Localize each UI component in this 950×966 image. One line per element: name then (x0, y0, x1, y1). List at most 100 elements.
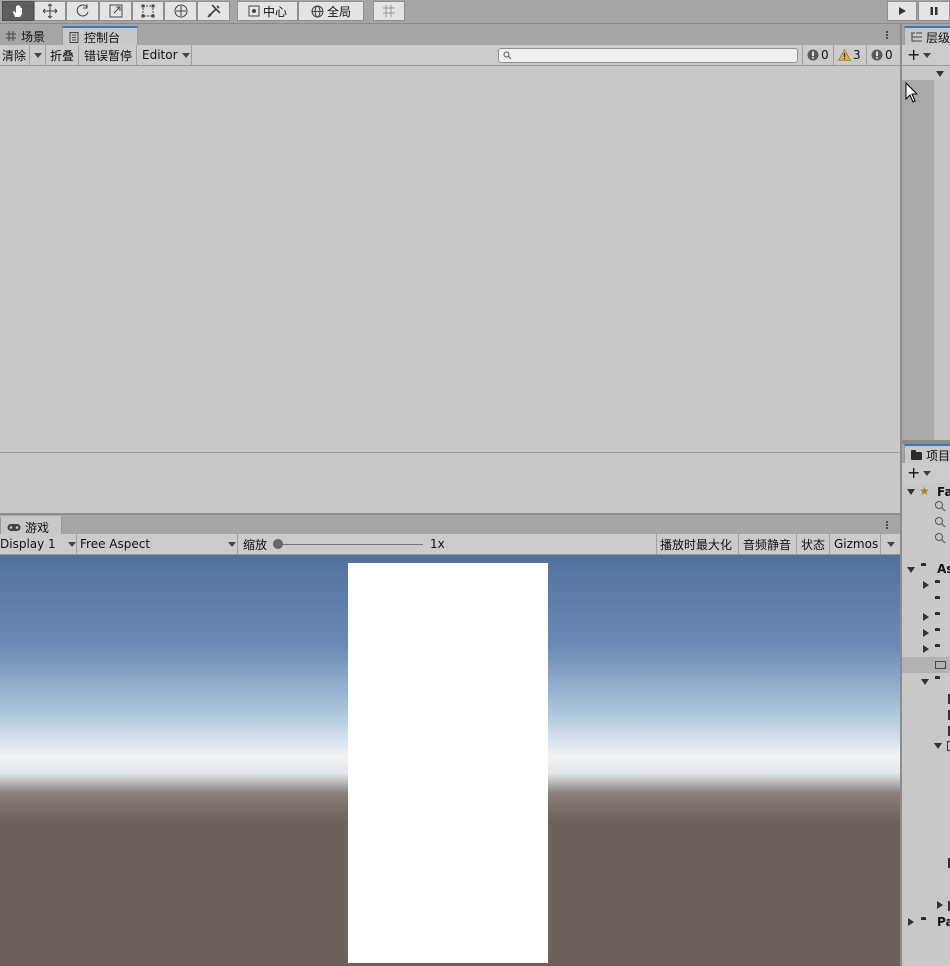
display-label: Display 1 (0, 537, 56, 551)
collapse-label: 折叠 (50, 48, 75, 63)
game-viewport[interactable] (0, 555, 900, 966)
chevron-down-icon (68, 542, 76, 547)
plus-icon: + (907, 45, 921, 64)
editor-label: Editor (142, 48, 178, 62)
main-toolbar: 中心 全局 (0, 0, 950, 24)
expand-arrow-icon[interactable] (907, 489, 915, 495)
warning-icon (838, 49, 851, 61)
scale-slider[interactable] (273, 534, 423, 554)
collapse-arrow-icon[interactable] (923, 581, 929, 589)
hierarchy-create-button[interactable]: + (907, 47, 935, 63)
console-search-input[interactable] (498, 48, 798, 63)
scale-slider-thumb[interactable] (273, 539, 283, 549)
hierarchy-icon (911, 32, 922, 42)
game-menu-icon[interactable] (885, 520, 889, 532)
collapse-arrow-icon[interactable] (908, 918, 914, 926)
game-toolbar: Display 1 Free Aspect 缩放 1x 播放时最大化 音频静音 … (0, 534, 900, 555)
hierarchy-tree[interactable] (902, 66, 950, 440)
warning-count: 3 (853, 48, 861, 62)
gizmos-dropdown[interactable] (881, 534, 900, 554)
project-create-button[interactable]: + (907, 465, 935, 481)
pivot-center-toggle[interactable]: 中心 (237, 1, 298, 21)
hierarchy-scene-row[interactable] (902, 66, 950, 80)
plus-icon: + (907, 463, 921, 482)
custom-tool-button[interactable] (197, 1, 230, 21)
project-toolbar: + (902, 463, 950, 483)
rect-tool-button[interactable] (132, 1, 164, 21)
gizmos-toggle[interactable]: Gizmos (834, 534, 880, 554)
project-tab-strip: 项目 (902, 444, 950, 464)
search-filter-icon (935, 517, 946, 528)
tab-game-label: 游戏 (25, 520, 50, 535)
console-toolbar: 清除 折叠 错误暂停 Editor 0 3 0 (0, 45, 900, 66)
tab-scene[interactable]: 场景 (0, 26, 60, 46)
collapse-arrow-icon[interactable] (937, 901, 943, 909)
tab-hierarchy[interactable]: 层级 (904, 26, 950, 46)
assets-label: As (937, 562, 950, 576)
pivot-label: 中心 (262, 4, 287, 19)
search-filter-icon (935, 533, 946, 544)
scale-slider-track (277, 544, 423, 545)
clear-options-dropdown[interactable] (30, 45, 46, 65)
console-detail-area[interactable] (0, 453, 900, 513)
rotate-tool-button[interactable] (66, 1, 99, 21)
scene-grid-icon (6, 31, 16, 41)
console-menu-icon[interactable] (885, 30, 889, 42)
error-pause-button[interactable]: 错误暂停 (79, 45, 137, 65)
gamepad-icon (7, 523, 21, 531)
console-icon (69, 31, 79, 43)
chevron-down-icon (923, 470, 932, 476)
editor-dropdown[interactable]: Editor (137, 45, 192, 65)
grid-snap-button[interactable] (373, 1, 405, 21)
tab-game[interactable]: 游戏 (0, 516, 62, 536)
maximize-label: 播放时最大化 (660, 537, 733, 552)
collapse-arrow-icon[interactable] (923, 645, 929, 653)
selected-folder-row[interactable] (902, 657, 950, 673)
info-toggle[interactable]: 0 (802, 45, 833, 65)
hierarchy-scrollbar[interactable] (934, 80, 950, 440)
play-button[interactable] (887, 1, 917, 21)
console-tab-strip: 场景 控制台 (0, 24, 900, 46)
info-count: 0 (821, 48, 829, 62)
rect-transform-icon (141, 4, 155, 18)
collapse-arrow-icon[interactable] (923, 629, 929, 637)
project-folder-tree[interactable]: ★ Fa As Pa (902, 483, 950, 966)
scale-tool-button[interactable] (99, 1, 132, 21)
pause-button[interactable] (918, 1, 950, 21)
clear-button[interactable]: 清除 (0, 45, 30, 65)
folder-icon (911, 450, 922, 460)
stats-toggle[interactable]: 状态 (801, 534, 829, 554)
pivot-space-toggle[interactable]: 全局 (298, 1, 364, 21)
maximize-on-play-toggle[interactable]: 播放时最大化 (660, 534, 738, 554)
warning-toggle[interactable]: 3 (833, 45, 866, 65)
empty-folder-icon (935, 661, 946, 669)
pivot-icon (248, 5, 260, 17)
tab-hierarchy-label: 层级 (926, 30, 950, 45)
star-icon: ★ (919, 484, 930, 498)
expand-arrow-icon[interactable] (907, 567, 915, 573)
hierarchy-toolbar: + (902, 45, 950, 66)
mute-audio-toggle[interactable]: 音频静音 (743, 534, 795, 554)
tab-project[interactable]: 项目 (904, 444, 950, 464)
hierarchy-tab-strip: 层级 (902, 24, 950, 46)
hand-tool-button[interactable] (2, 1, 34, 21)
search-filter-icon (935, 501, 946, 512)
tab-scene-label: 场景 (21, 29, 46, 44)
error-toggle[interactable]: 0 (866, 45, 900, 65)
expand-arrow-icon[interactable] (934, 743, 942, 749)
expand-arrow-icon[interactable] (921, 679, 929, 685)
aspect-dropdown[interactable]: Free Aspect (80, 534, 236, 554)
hand-icon (13, 5, 22, 17)
tools-icon (206, 4, 221, 18)
tab-console[interactable]: 控制台 (62, 26, 138, 46)
game-canvas-panel (348, 563, 548, 963)
transform-tool-button[interactable] (164, 1, 197, 21)
display-dropdown[interactable]: Display 1 (0, 534, 76, 554)
tab-console-label: 控制台 (84, 30, 121, 45)
favorites-label: Fa (937, 485, 950, 499)
console-log-list[interactable] (0, 66, 900, 452)
collapse-arrow-icon[interactable] (923, 613, 929, 621)
collapse-button[interactable]: 折叠 (46, 45, 79, 65)
chevron-down-icon (886, 541, 895, 547)
move-tool-button[interactable] (34, 1, 66, 21)
